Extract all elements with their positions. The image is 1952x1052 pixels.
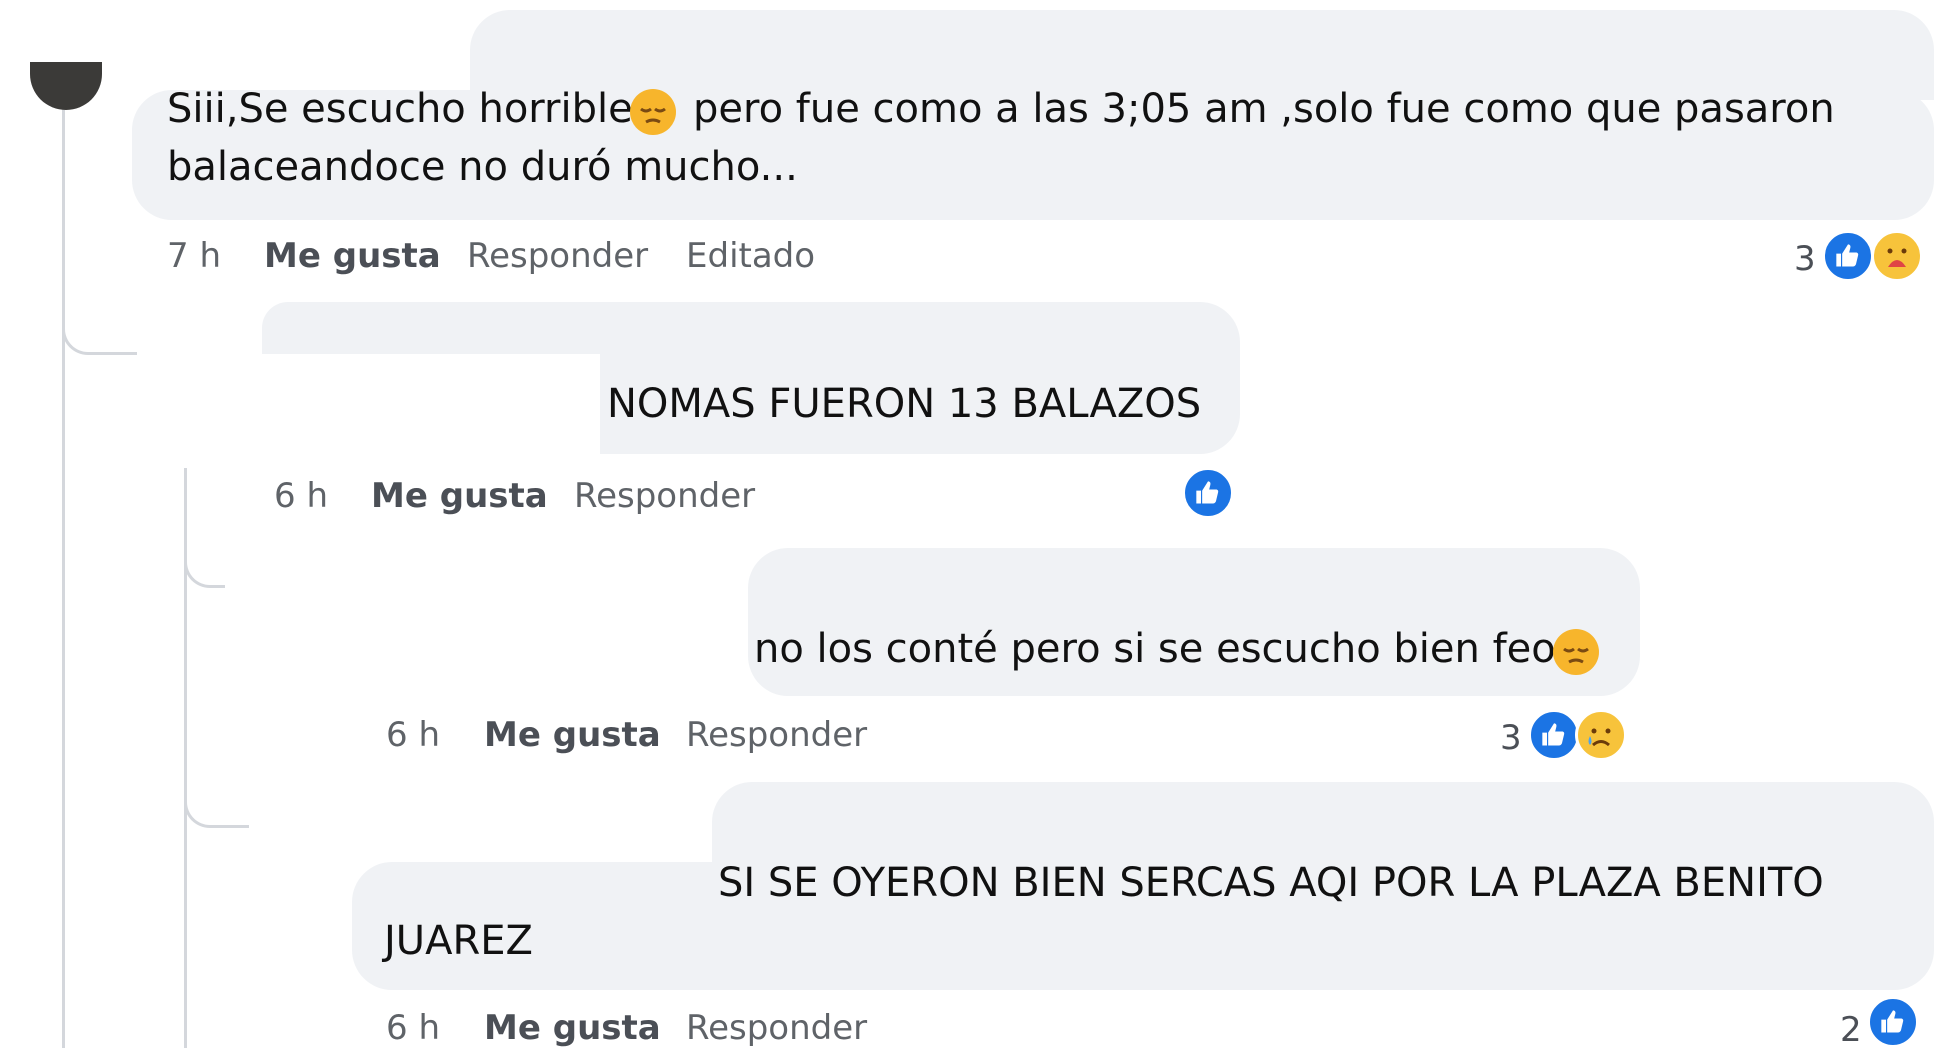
reply-button[interactable]: Responder: [686, 1006, 867, 1050]
thread-connector: [62, 300, 137, 355]
thread-connector: [184, 530, 225, 588]
comment-text: no los conté pero si se escucho bien feo: [754, 626, 1556, 672]
thread-line-main: [62, 105, 65, 1048]
comment-text: NOMAS FUERON 13 BALAZOS: [607, 381, 1202, 427]
comment-bubble: [262, 302, 602, 354]
comment-timestamp[interactable]: 6 h: [274, 474, 328, 518]
like-button[interactable]: Me gusta: [484, 1006, 661, 1050]
like-icon[interactable]: [1867, 996, 1919, 1048]
reaction-count[interactable]: 3: [1794, 237, 1816, 281]
edited-label[interactable]: Editado: [686, 234, 815, 278]
pensive-emoji-icon: [1553, 629, 1599, 675]
pensive-emoji-icon: [630, 89, 676, 135]
comment-text: Siii,Se escucho horrible: [167, 86, 633, 132]
thread-connector: [184, 770, 249, 828]
like-icon[interactable]: [1528, 709, 1580, 761]
comment-timestamp[interactable]: 6 h: [386, 1006, 440, 1050]
care-emoji-icon[interactable]: [1871, 230, 1923, 282]
reply-button[interactable]: Responder: [574, 474, 755, 518]
reaction-count[interactable]: 3: [1500, 716, 1522, 760]
like-button[interactable]: Me gusta: [264, 234, 441, 278]
avatar[interactable]: [30, 62, 102, 110]
like-icon[interactable]: [1822, 230, 1874, 282]
sad-emoji-icon[interactable]: [1575, 709, 1627, 761]
reply-button[interactable]: Responder: [467, 234, 648, 278]
comment-timestamp[interactable]: 6 h: [386, 713, 440, 757]
comment-timestamp[interactable]: 7 h: [167, 234, 221, 278]
reaction-count[interactable]: 2: [1840, 1008, 1862, 1052]
like-button[interactable]: Me gusta: [371, 474, 548, 518]
comment-text: balaceandoce no duró mucho...: [167, 144, 798, 190]
comment-text: JUAREZ: [384, 918, 533, 964]
comment-text: pero fue como a las 3;05 am ,solo fue co…: [693, 86, 1835, 132]
like-button[interactable]: Me gusta: [484, 713, 661, 757]
comment-text: SI SE OYERON BIEN SERCAS AQI POR LA PLAZ…: [718, 860, 1824, 906]
like-icon[interactable]: [1182, 467, 1234, 519]
reply-button[interactable]: Responder: [686, 713, 867, 757]
